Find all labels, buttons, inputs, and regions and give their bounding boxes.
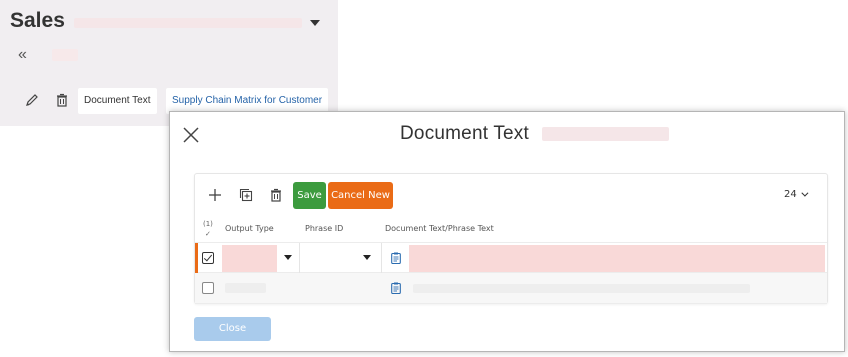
- redacted-title-suffix: [542, 127, 669, 141]
- select-all-check-icon[interactable]: ✓: [205, 230, 211, 238]
- copy-icon[interactable]: [238, 187, 254, 203]
- column-divider: [381, 243, 382, 274]
- chevron-down-icon: [801, 189, 809, 197]
- save-button[interactable]: Save: [293, 182, 326, 209]
- plus-icon[interactable]: [207, 187, 223, 203]
- trash-icon[interactable]: [268, 187, 284, 203]
- column-header-phrase-id[interactable]: Phrase ID: [305, 224, 343, 233]
- chevron-down-icon[interactable]: [284, 255, 292, 260]
- trash-icon[interactable]: [54, 92, 70, 108]
- table-row[interactable]: [195, 242, 827, 274]
- title-dropdown-icon[interactable]: [310, 20, 320, 26]
- grid-header: (1) ✓ Output Type Phrase ID Document Tex…: [195, 216, 827, 242]
- column-divider: [299, 243, 300, 274]
- row-checkbox[interactable]: [202, 252, 214, 264]
- cancel-new-button[interactable]: Cancel New: [328, 182, 393, 209]
- double-chevron-left-icon[interactable]: «: [18, 46, 27, 64]
- close-icon[interactable]: [182, 126, 200, 144]
- page-size-value: 24: [784, 189, 797, 200]
- column-header-document-text[interactable]: Document Text/Phrase Text: [385, 224, 494, 233]
- document-text-input[interactable]: [409, 245, 825, 272]
- output-type-input[interactable]: [222, 245, 277, 272]
- close-button[interactable]: Close: [194, 317, 271, 341]
- redacted-document-text: [413, 284, 750, 293]
- redacted-output-type: [225, 283, 266, 293]
- table-row[interactable]: [195, 273, 827, 304]
- active-row-indicator: [195, 243, 198, 274]
- clipboard-icon[interactable]: [391, 252, 401, 264]
- grid-toolbar: Save Cancel New 24: [195, 174, 827, 216]
- tab-document-text[interactable]: Document Text: [78, 88, 157, 114]
- redacted-subtitle: [52, 49, 78, 61]
- pencil-icon[interactable]: [24, 92, 40, 108]
- document-text-grid-panel: Save Cancel New 24 (1) ✓ Output Type Phr…: [194, 173, 828, 304]
- row-checkbox[interactable]: [202, 282, 214, 294]
- clipboard-icon[interactable]: [391, 282, 401, 294]
- document-text-dialog: Document Text Save Cancel New 24 (1) ✓ O…: [169, 111, 845, 352]
- column-header-output-type[interactable]: Output Type: [225, 224, 274, 233]
- page-size-select[interactable]: 24: [784, 189, 809, 200]
- selected-count: (1): [203, 220, 213, 228]
- page-title: Sales: [10, 9, 65, 32]
- dialog-title: Document Text: [400, 123, 529, 144]
- background-page: Sales « Document Text Supply Chain Matri…: [0, 0, 338, 126]
- chevron-down-icon[interactable]: [363, 255, 371, 260]
- redacted-title-suffix: [74, 18, 302, 28]
